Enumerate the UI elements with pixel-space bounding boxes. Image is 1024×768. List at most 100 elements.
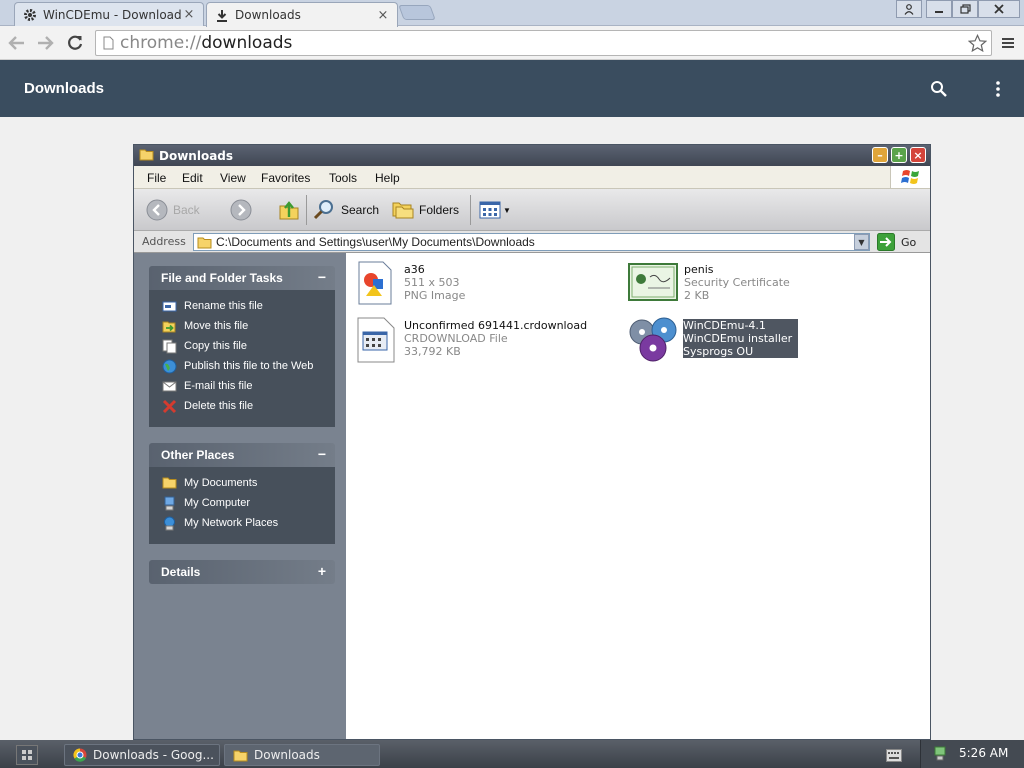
taskbar: Downloads - Goog... Downloads 5:26 AM [0, 740, 1024, 768]
taskbar-item-label: Downloads - Goog... [93, 748, 214, 762]
explorer-menubar: File Edit View Favorites Tools Help [134, 166, 930, 189]
new-tab-button[interactable] [398, 5, 436, 20]
taskbar-item-chrome[interactable]: Downloads - Goog... [64, 744, 220, 766]
tab-label: WinCDEmu - Download [43, 7, 181, 22]
panel-title: File and Folder Tasks [161, 271, 283, 285]
star-icon[interactable] [967, 33, 988, 58]
address-input[interactable]: C:\Documents and Settings\user\My Docume… [193, 233, 870, 251]
start-button[interactable] [16, 745, 38, 765]
menu-favorites[interactable]: Favorites [261, 171, 310, 185]
other-places-header[interactable]: Other Places − [149, 443, 335, 467]
tab-downloads[interactable]: Downloads × [206, 2, 398, 27]
back-arrow-icon[interactable] [6, 32, 28, 54]
minimize-button[interactable]: – [872, 147, 888, 163]
file-list: a36 511 x 503 PNG Image penis Security C… [346, 253, 930, 739]
forward-arrow-icon[interactable] [34, 32, 56, 54]
profile-icon[interactable] [896, 0, 922, 18]
folders-icon [392, 199, 414, 222]
collapse-icon[interactable]: − [318, 269, 326, 285]
menu-tools[interactable]: Tools [329, 171, 357, 185]
panel-title: Details [161, 565, 201, 579]
more-vert-icon[interactable] [992, 80, 1004, 102]
folder-icon [197, 236, 212, 249]
folder-icon [162, 476, 177, 491]
folders-button[interactable]: Folders [392, 198, 459, 222]
cd-discs-icon [628, 316, 680, 366]
task-pane: File and Folder Tasks − Rename this file… [134, 253, 346, 739]
network-status-icon[interactable] [933, 746, 947, 766]
maximize-button[interactable]: + [891, 147, 907, 163]
close-button[interactable] [978, 0, 1020, 18]
restore-button[interactable] [952, 0, 978, 18]
file-type: 2 KB [684, 289, 710, 302]
tab-close-icon[interactable]: × [375, 8, 391, 23]
tab-wincdemu[interactable]: WinCDEmu - Download × [14, 2, 204, 26]
minimize-button[interactable] [926, 0, 952, 18]
file-name: Unconfirmed 691441.crdownload [404, 319, 588, 332]
chevron-down-icon: ▼ [503, 205, 511, 215]
explorer-window: Downloads – + × File Edit View Favorites… [133, 144, 931, 740]
menu-view[interactable]: View [220, 171, 246, 185]
place-my-computer[interactable]: My Computer [149, 493, 335, 513]
omnibox[interactable]: chrome://downloads [95, 30, 992, 56]
chrome-icon [73, 748, 87, 762]
collapse-icon[interactable]: − [318, 446, 326, 462]
delete-icon [162, 399, 177, 414]
task-move[interactable]: Move this file [149, 316, 335, 336]
taskbar-item-label: Downloads [254, 748, 320, 762]
folders-label: Folders [419, 203, 460, 217]
unknown-file-icon [356, 316, 396, 368]
place-my-network[interactable]: My Network Places [149, 513, 335, 533]
file-tasks-header[interactable]: File and Folder Tasks − [149, 266, 335, 290]
file-name: a36 [404, 263, 425, 276]
go-button[interactable]: Go [877, 233, 916, 251]
file-detail: Security Certificate [684, 276, 790, 289]
details-header[interactable]: Details + [149, 560, 335, 584]
address-bar: Address C:\Documents and Settings\user\M… [134, 231, 930, 253]
up-folder-button[interactable] [278, 198, 300, 222]
gear-icon [23, 8, 37, 22]
back-button[interactable]: Back [146, 198, 200, 222]
address-dropdown-icon[interactable]: ▼ [854, 234, 869, 250]
views-button[interactable]: ▼ [479, 198, 511, 222]
address-label: Address [142, 235, 186, 248]
task-rename[interactable]: Rename this file [149, 296, 335, 316]
forward-button[interactable] [230, 198, 252, 222]
chrome-menu-icon[interactable] [997, 32, 1019, 54]
task-publish[interactable]: Publish this file to the Web [149, 356, 335, 376]
folder-icon [233, 749, 248, 762]
globe-icon [162, 359, 177, 374]
file-detail: 511 x 503 [404, 276, 460, 289]
menu-help[interactable]: Help [375, 171, 400, 185]
place-my-documents[interactable]: My Documents [149, 473, 335, 493]
file-name: penis [684, 263, 714, 276]
search-icon[interactable] [930, 80, 948, 102]
browser-toolbar: chrome://downloads [0, 26, 1024, 60]
reload-icon[interactable] [64, 32, 86, 54]
keyboard-icon[interactable] [886, 747, 902, 766]
address-path: C:\Documents and Settings\user\My Docume… [216, 235, 535, 249]
file-tasks-body: Rename this file Move this file Copy thi… [149, 290, 335, 427]
computer-icon [162, 496, 177, 511]
email-icon [162, 379, 177, 394]
task-email[interactable]: E-mail this file [149, 376, 335, 396]
close-button[interactable]: × [910, 147, 926, 163]
taskbar-item-explorer[interactable]: Downloads [224, 744, 380, 766]
tab-close-icon[interactable]: × [181, 7, 197, 22]
file-type: PNG Image [404, 289, 466, 302]
rename-icon [162, 299, 177, 314]
task-copy[interactable]: Copy this file [149, 336, 335, 356]
go-label: Go [901, 235, 917, 249]
tab-label: Downloads [235, 8, 301, 22]
network-icon [162, 516, 177, 531]
search-button[interactable]: Search [313, 198, 379, 222]
menu-edit[interactable]: Edit [182, 171, 203, 185]
expand-icon[interactable]: + [318, 563, 326, 579]
task-delete[interactable]: Delete this file [149, 396, 335, 416]
explorer-titlebar: Downloads – + × [134, 145, 930, 166]
file-size: 33,792 KB [404, 345, 461, 358]
file-description: WinCDEmu installer [683, 332, 798, 345]
menu-file[interactable]: File [147, 171, 166, 185]
explorer-toolbar: Back Search Folders ▼ [134, 189, 930, 231]
clock: 5:26 AM [959, 746, 1009, 760]
